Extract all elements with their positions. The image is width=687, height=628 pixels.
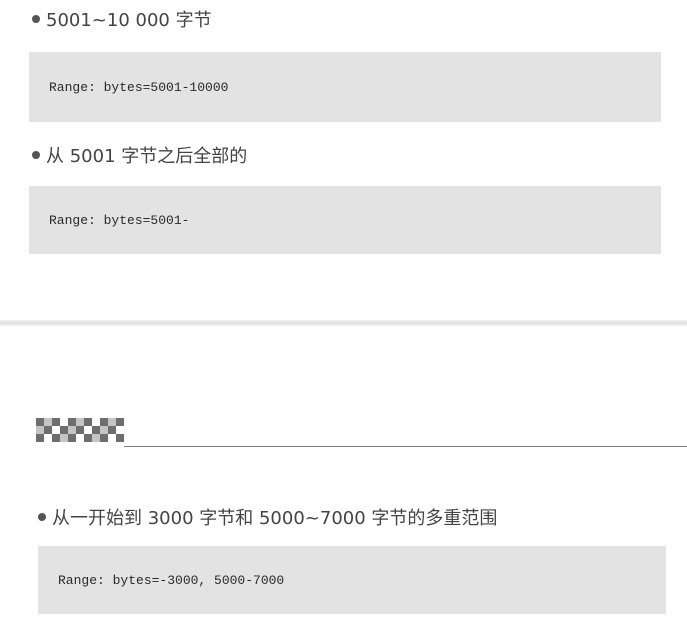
bullet-dot-icon [32,151,40,159]
list-item: 5001~10 000 字节 [32,9,212,33]
code-line: Range: bytes=-3000, 5000-7000 [58,572,285,588]
list-item-text: 5001~10 000 字节 [46,10,212,31]
code-block: Range: bytes=5001-10000 [29,52,661,122]
list-item: 从 5001 字节之后全部的 [32,145,247,169]
code-line: Range: bytes=5001-10000 [49,79,229,95]
code-block: Range: bytes=-3000, 5000-7000 [38,546,666,614]
bullet-dot-icon [38,513,46,521]
code-line: Range: bytes=5001- [49,212,190,228]
list-item-text: 从 5001 字节之后全部的 [46,146,248,167]
list-item-text: 从一开始到 3000 字节和 5000~7000 字节的多重范围 [52,508,498,529]
checker-section-icon [36,418,124,442]
section-rule [124,446,687,447]
code-block: Range: bytes=5001- [29,186,661,254]
list-item: 从一开始到 3000 字节和 5000~7000 字节的多重范围 [38,507,497,531]
bullet-dot-icon [32,15,40,23]
